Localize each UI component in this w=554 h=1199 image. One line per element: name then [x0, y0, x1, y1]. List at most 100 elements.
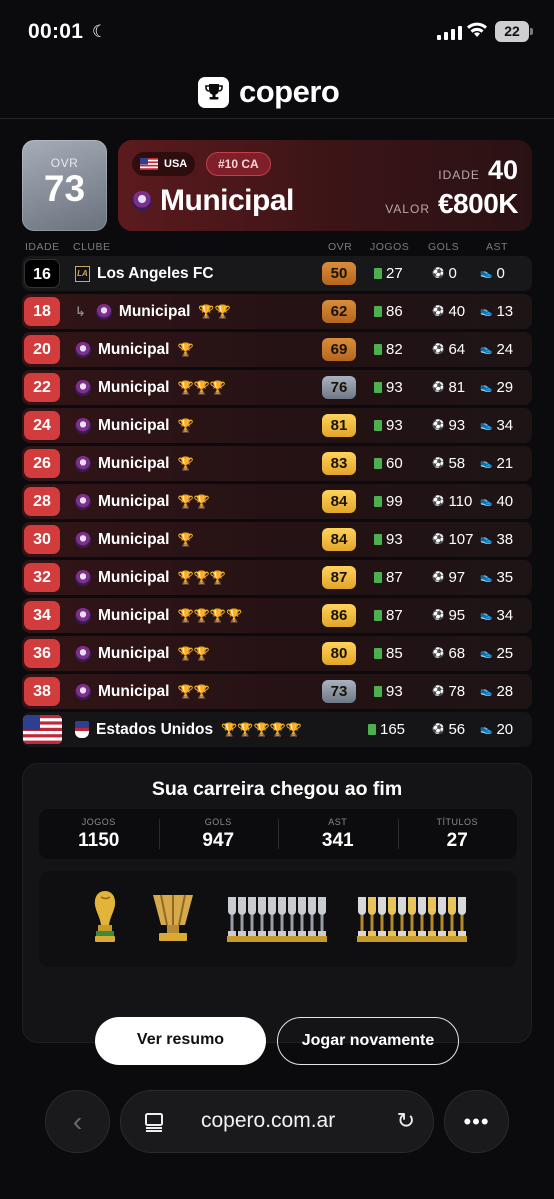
trophies-won: 🏆🏆🏆🏆	[177, 607, 243, 623]
row-ovr: 81	[322, 414, 356, 437]
chevron-left-icon: ‹	[72, 1105, 83, 1137]
row-ovr: 73	[322, 680, 356, 703]
row-goals: ⚽ 93	[432, 408, 465, 443]
club-crest-icon	[75, 645, 91, 662]
market-value: €800K	[437, 188, 519, 219]
usa-federation-crest-icon	[75, 721, 89, 738]
row-games: 93	[374, 408, 403, 443]
app-logo[interactable]: copero	[198, 74, 340, 110]
row-assists: 👟 34	[480, 408, 513, 443]
reload-icon[interactable]: ↻	[397, 1108, 415, 1134]
national-team-row: Estados Unidos 🏆🏆🏆🏆🏆 165 ⚽ 56 👟 20	[22, 712, 532, 747]
more-button[interactable]: •••	[444, 1090, 509, 1153]
row-age: 38	[24, 677, 60, 706]
career-end-panel: Sua carreira chegou ao fim JOGOS 1150 GOL…	[22, 763, 532, 1043]
back-button[interactable]: ‹	[45, 1090, 110, 1153]
row-ovr: 69	[322, 338, 356, 361]
row-games: 82	[374, 332, 403, 367]
play-again-button[interactable]: Jogar novamente	[277, 1017, 459, 1065]
lafc-crest-icon: LA	[75, 265, 90, 282]
row-club: Municipal 🏆🏆	[75, 674, 210, 709]
row-goals: ⚽ 0	[432, 256, 457, 291]
address-bar[interactable]: copero.com.ar ↻	[120, 1090, 434, 1153]
row-goals: ⚽ 81	[432, 370, 465, 405]
ball-icon: ⚽	[432, 534, 445, 545]
table-row: 20 Municipal 🏆 69 82 ⚽ 64 👟 24	[22, 332, 532, 367]
app-header: copero	[0, 66, 554, 119]
pitch-icon	[374, 686, 382, 697]
ball-icon: ⚽	[432, 648, 445, 659]
total-titles: TÍTULOS 27	[397, 809, 518, 859]
row-ovr: 87	[322, 566, 356, 589]
row-games: 60	[374, 446, 403, 481]
status-bar: 00:01 ☾ 22	[0, 0, 554, 66]
career-table: 16 LA Los Angeles FC 50 27 ⚽ 0 👟 0 18 ↳ Municipal 🏆🏆…	[22, 256, 532, 750]
row-goals: ⚽ 97	[432, 560, 465, 595]
table-row: 22 Municipal 🏆🏆🏆 76 93 ⚽ 81 👟 29	[22, 370, 532, 405]
row-games: 87	[374, 598, 403, 633]
trophies-won: 🏆	[177, 417, 194, 433]
row-club: Municipal 🏆🏆	[75, 484, 210, 519]
table-row: 32 Municipal 🏆🏆🏆 87 87 ⚽ 97 👟 35	[22, 560, 532, 595]
row-club: ↳ Municipal 🏆🏆	[75, 294, 231, 329]
wifi-icon	[467, 22, 487, 37]
row-goals: ⚽ 107	[432, 522, 473, 557]
ball-icon: ⚽	[432, 306, 445, 317]
club-name: Municipal	[98, 454, 170, 472]
boot-icon: 👟	[480, 610, 493, 621]
age-label: IDADE	[438, 168, 480, 182]
total-assists: AST 341	[278, 809, 398, 859]
trophies-won: 🏆🏆🏆	[177, 379, 227, 395]
ball-icon: ⚽	[432, 686, 445, 697]
club-crest-icon	[75, 379, 91, 396]
app-name: copero	[239, 74, 340, 109]
trophies-won: 🏆🏆	[177, 493, 210, 509]
cellular-signal-icon	[437, 24, 462, 40]
cup-icon	[257, 897, 267, 942]
row-age: 24	[24, 411, 60, 440]
cup-icon	[237, 897, 247, 942]
career-totals: JOGOS 1150 GOLS 947 AST 341 TÍTULOS 27	[39, 809, 517, 859]
national-team-name: Estados Unidos	[96, 720, 214, 738]
boot-icon: 👟	[480, 496, 493, 507]
row-assists: 👟 38	[480, 522, 513, 557]
age-value: 40	[487, 155, 518, 185]
player-info-card: USA #10 CA Municipal IDADE 40 VALOR €800…	[118, 140, 532, 231]
trophies-won: 🏆	[177, 531, 194, 547]
pitch-icon	[374, 268, 382, 279]
row-age: 18	[24, 297, 60, 326]
row-goals: ⚽ 78	[432, 674, 465, 709]
trophies-won: 🏆🏆🏆🏆🏆	[221, 721, 303, 737]
moon-icon: ☾	[92, 22, 108, 41]
ball-icon: ⚽	[432, 382, 445, 393]
row-assists: 👟 0	[480, 256, 505, 291]
club-crest-icon	[75, 493, 91, 510]
row-assists: 👟 35	[480, 560, 513, 595]
ellipsis-icon: •••	[463, 1108, 490, 1134]
cup-icon	[317, 897, 327, 942]
boot-icon: 👟	[480, 268, 493, 279]
row-goals: ⚽ 110	[432, 484, 472, 519]
pitch-icon	[374, 382, 382, 393]
row-age: 22	[24, 373, 60, 402]
row-ovr: 83	[322, 452, 356, 475]
trophies-won: 🏆	[177, 455, 194, 471]
world-cup-trophy-icon	[94, 891, 116, 942]
header-assists: AST	[486, 241, 508, 253]
career-table-header: IDADE CLUBE OVR JOGOS GOLS AST	[22, 241, 532, 255]
cup-icon	[377, 897, 387, 942]
pitch-icon	[368, 724, 376, 735]
row-games: 85	[374, 636, 403, 671]
pitch-icon	[374, 648, 382, 659]
pitch-icon	[374, 534, 382, 545]
cup-icon	[447, 897, 457, 942]
club-name: Municipal	[98, 416, 170, 434]
boot-icon: 👟	[480, 344, 493, 355]
table-row: 18 ↳ Municipal 🏆🏆 62 86 ⚽ 40 👟 13	[22, 294, 532, 329]
view-summary-button[interactable]: Ver resumo	[95, 1017, 266, 1065]
row-assists: 👟 28	[480, 674, 513, 709]
club-name: Municipal	[98, 644, 170, 662]
transfer-arrow-icon: ↳	[75, 303, 86, 319]
pitch-icon	[374, 306, 382, 317]
row-games: 87	[374, 560, 403, 595]
